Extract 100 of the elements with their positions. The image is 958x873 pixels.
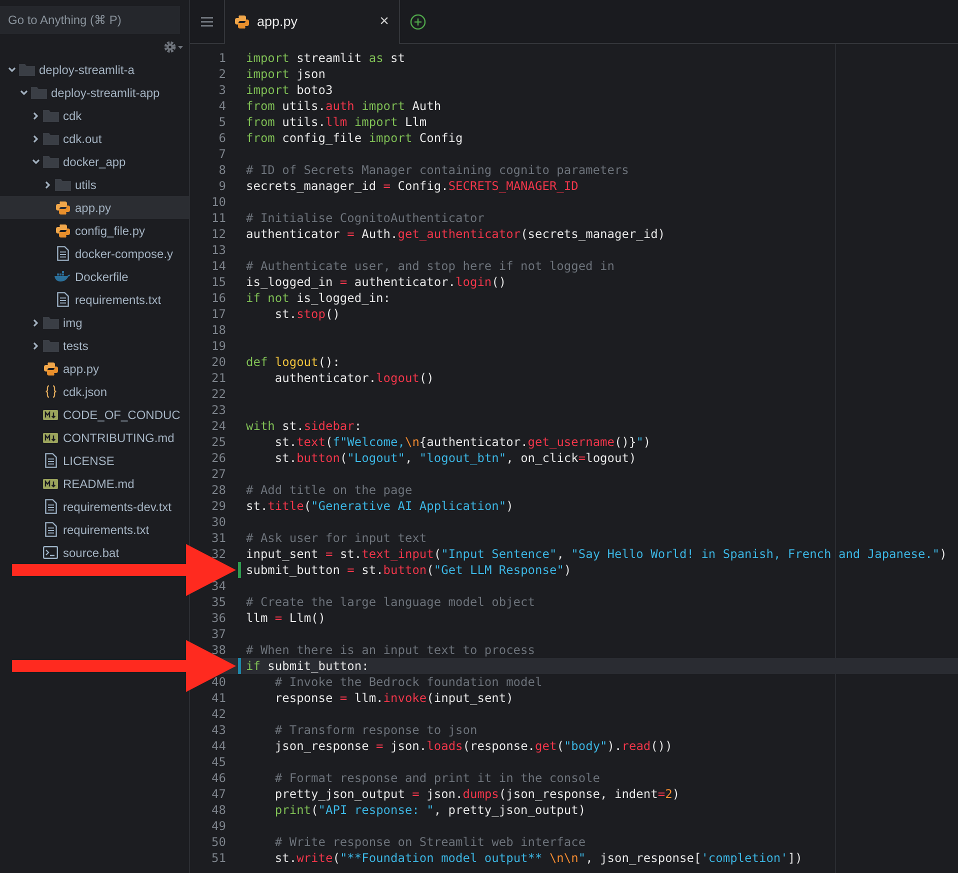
chevron-icon[interactable] <box>20 88 28 96</box>
line-number: 30 <box>212 515 226 529</box>
code-line: # ID of Secrets Manager containing cognito parameters <box>246 162 629 178</box>
chevron-icon[interactable] <box>32 342 40 350</box>
chevron-icon[interactable] <box>8 66 16 74</box>
line-number: 32 <box>212 547 226 561</box>
code-line: # Write response on Streamlit web interface <box>274 834 586 850</box>
menu-icon[interactable] <box>201 16 213 26</box>
tree-item[interactable]: CODE_OF_CONDUC <box>0 403 189 426</box>
tree-item[interactable]: docker-compose.y <box>0 242 189 265</box>
tree-item[interactable]: config_file.py <box>0 219 189 242</box>
document-icon <box>44 499 56 514</box>
code-line: input_sent = st.text_input("Input Sentence", "Say Hello World! in Spanish, French and Japanese.") <box>246 546 947 562</box>
folder-icon <box>42 339 58 352</box>
line-number: 4 <box>218 99 226 113</box>
line-number: 6 <box>218 131 226 145</box>
line-number: 12 <box>212 227 226 241</box>
tree-item[interactable]: source.bat <box>0 541 189 564</box>
line-number: 31 <box>212 531 226 545</box>
tree-item[interactable]: cdk <box>0 104 189 127</box>
code-line: secrets_manager_id = Config.SECRETS_MANAGER_ID <box>246 178 578 194</box>
line-number: 14 <box>212 259 226 273</box>
tree-item[interactable]: app.py <box>0 357 189 380</box>
line-number: 41 <box>212 691 226 705</box>
tree-item[interactable]: requirements.txt <box>0 518 189 541</box>
folder-icon <box>42 316 58 329</box>
close-button[interactable]: × <box>380 10 389 34</box>
python-file-icon <box>44 362 58 376</box>
tree-item[interactable]: img <box>0 311 189 334</box>
python-file-icon <box>56 224 70 238</box>
document-icon <box>44 453 56 468</box>
line-number: 28 <box>212 483 226 497</box>
line-number: 5 <box>218 115 226 129</box>
line-number: 38 <box>212 643 226 657</box>
folder-icon <box>54 178 70 191</box>
tree-item[interactable]: deploy-streamlit-app <box>0 81 189 104</box>
line-number: 51 <box>212 851 226 865</box>
line-number: 40 <box>212 675 226 689</box>
folder-icon <box>30 86 46 99</box>
code-line: is_logged_in = authenticator.login() <box>246 274 506 290</box>
tree-item[interactable]: CONTRIBUTING.md <box>0 426 189 449</box>
line-number: 45 <box>212 755 226 769</box>
code-line: # Authenticate user, and stop here if not logged in <box>246 258 614 274</box>
code-line: from utils.auth import Auth <box>246 98 442 114</box>
chevron-icon[interactable] <box>32 112 40 120</box>
line-number: 3 <box>218 83 226 97</box>
markdown-icon <box>43 478 58 488</box>
chevron-icon[interactable] <box>44 180 52 188</box>
tree-item[interactable]: README.md <box>0 472 189 495</box>
line-number: 27 <box>212 467 226 481</box>
line-number: 25 <box>212 435 226 449</box>
line-number: 47 <box>212 787 226 801</box>
line-number: 7 <box>218 147 226 161</box>
line-number: 23 <box>212 403 226 417</box>
code-line: def logout(): <box>246 354 340 370</box>
add-tab-icon[interactable] <box>410 14 426 30</box>
tree-item[interactable]: LICENSE <box>0 449 189 472</box>
line-number: 13 <box>212 243 226 257</box>
code-line: llm = Llm() <box>246 610 326 626</box>
code-line: response = llm.invoke(input_sent) <box>274 690 514 706</box>
settings-icon[interactable] <box>163 40 185 54</box>
editor-tab[interactable]: app.py × <box>225 0 400 44</box>
code-line: if not is_logged_in: <box>246 290 391 306</box>
code-line: import streamlit as st <box>246 50 405 66</box>
folder-icon <box>42 109 58 122</box>
tree-item[interactable]: cdk.json <box>0 380 189 403</box>
line-number: 42 <box>212 707 226 721</box>
line-number: 11 <box>212 211 226 225</box>
tree-item[interactable]: cdk.out <box>0 127 189 150</box>
line-number: 16 <box>212 291 226 305</box>
code-line: with st.sidebar: <box>246 418 362 434</box>
line-number: 29 <box>212 499 226 513</box>
line-number: 50 <box>212 835 226 849</box>
code-line: from utils.llm import Llm <box>246 114 427 130</box>
line-number: 43 <box>212 723 226 737</box>
line-number: 21 <box>212 371 226 385</box>
chevron-icon[interactable] <box>32 318 40 326</box>
python-file-icon <box>235 15 249 29</box>
tree-item[interactable]: docker_app <box>0 150 189 173</box>
line-number: 15 <box>212 275 226 289</box>
folder-icon <box>42 155 58 168</box>
tree-item[interactable]: requirements.txt <box>0 288 189 311</box>
tree-item[interactable]: app.py <box>0 196 189 219</box>
document-icon <box>56 292 68 307</box>
document-icon <box>56 246 68 261</box>
code-line: authenticator = Auth.get_authenticator(secrets_manager_id) <box>246 226 666 242</box>
line-number: 2 <box>218 67 226 81</box>
markdown-icon <box>43 410 58 420</box>
line-number: 8 <box>218 163 226 177</box>
tree-item[interactable]: requirements-dev.txt <box>0 495 189 518</box>
document-icon <box>44 522 56 537</box>
tree-item[interactable]: tests <box>0 334 189 357</box>
chevron-icon[interactable] <box>32 158 40 166</box>
tree-item[interactable]: deploy-streamlit-a <box>0 58 189 81</box>
chevron-icon[interactable] <box>32 134 40 142</box>
code-line: json_response = json.loads(response.get("body").read()) <box>274 738 672 754</box>
tree-item[interactable]: utils <box>0 173 189 196</box>
search-field[interactable]: Go to Anything (⌘ P) <box>0 6 180 34</box>
tree-item[interactable]: Dockerfile <box>0 265 189 288</box>
code-line: authenticator.logout() <box>274 370 434 386</box>
